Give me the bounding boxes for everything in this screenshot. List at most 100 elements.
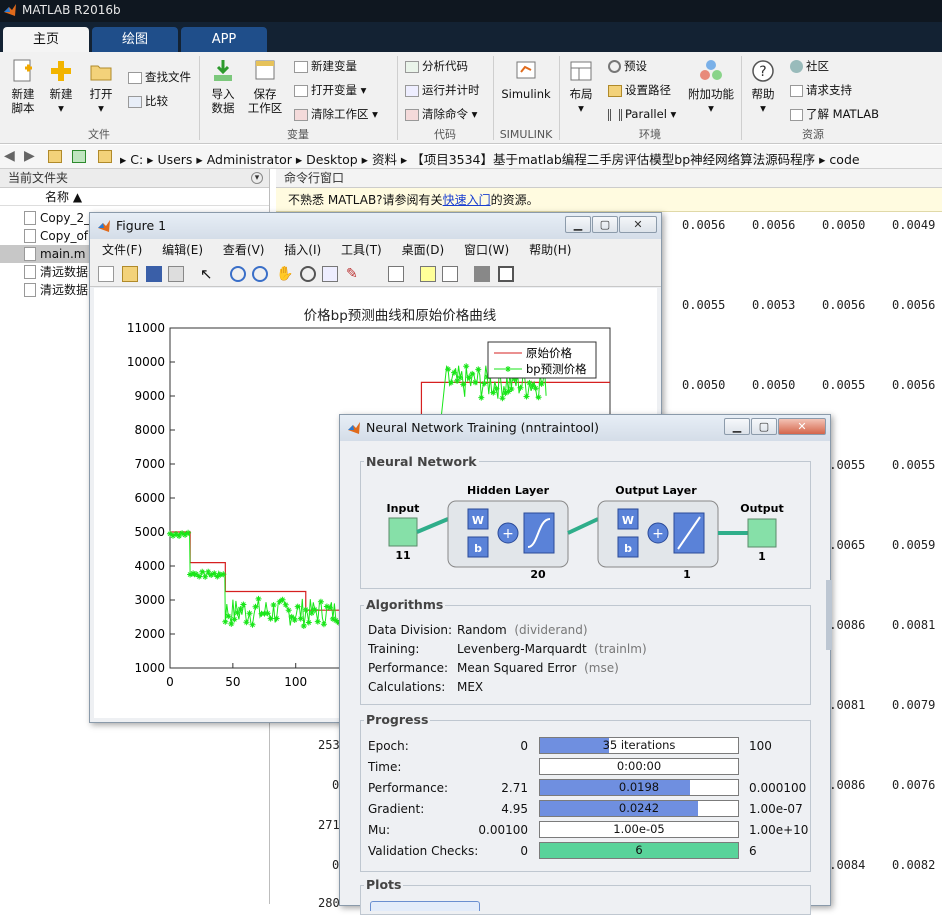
svg-text:+: + (502, 526, 514, 542)
output-value: 0.0079 (892, 698, 936, 712)
open-file-icon[interactable] (122, 266, 138, 282)
minimize-button[interactable]: ▁ (565, 216, 591, 233)
menu-file[interactable]: 文件(F) (102, 243, 142, 257)
minimize-button[interactable]: ▁ (724, 418, 750, 435)
maximize-button[interactable]: ▢ (592, 216, 618, 233)
progress-max: 1.00e+10 (749, 823, 809, 837)
mfile-icon (24, 247, 36, 261)
menu-edit[interactable]: 编辑(E) (162, 243, 203, 257)
breadcrumb-item[interactable]: Administrator (207, 152, 292, 167)
set-path-button[interactable]: 设置路径 (608, 81, 671, 99)
close-button[interactable]: ✕ (778, 418, 826, 435)
zoom-out-icon[interactable] (252, 266, 268, 282)
forward-arrow-icon[interactable]: ▶ (24, 148, 35, 164)
import-data-button[interactable]: 导入 数据 (206, 58, 240, 115)
new-script-button[interactable]: 新建 脚本 (6, 58, 40, 115)
legend-icon[interactable] (442, 266, 458, 282)
community-button[interactable]: 社区 (790, 57, 829, 75)
progress-key: Time: (368, 760, 402, 774)
app-title: MATLAB R2016b (22, 3, 121, 17)
hidden-layer-label: Hidden Layer (467, 484, 550, 497)
compare-button[interactable]: 比较 (128, 92, 168, 110)
print-icon[interactable] (168, 266, 184, 282)
menu-help[interactable]: 帮助(H) (529, 243, 571, 257)
menu-tools[interactable]: 工具(T) (341, 243, 382, 257)
tab-apps[interactable]: APP (181, 27, 267, 52)
new-button[interactable]: 新建 ▾ (46, 58, 76, 115)
matlab-logo-icon (4, 4, 16, 16)
breadcrumb-item[interactable]: C: (130, 152, 143, 167)
addons-button[interactable]: 附加功能 ▾ (687, 58, 735, 115)
menu-desktop[interactable]: 桌面(D) (402, 243, 445, 257)
rotate-icon[interactable] (300, 266, 316, 282)
pan-icon[interactable]: ✋ (276, 266, 293, 282)
progress-bar: 1.00e-05 (539, 821, 739, 838)
quick-start-link[interactable]: 快速入门 (443, 193, 491, 207)
pointer-icon[interactable]: ↖ (200, 266, 216, 282)
browse-folder-icon[interactable] (72, 150, 86, 163)
back-arrow-icon[interactable]: ◀ (4, 148, 15, 164)
show-plot-tools-icon[interactable] (498, 266, 514, 282)
close-button[interactable]: ✕ (619, 216, 657, 233)
y-tick-label: 8000 (134, 423, 165, 437)
find-files-button[interactable]: 查找文件 (128, 68, 191, 86)
simulink-button[interactable]: Simulink (500, 58, 552, 101)
output-value: 0.0076 (892, 778, 936, 792)
clear-workspace-button[interactable]: 清除工作区 ▾ (294, 105, 378, 123)
tab-home[interactable]: 主页 (3, 27, 89, 52)
save-workspace-button[interactable]: 保存 工作区 (246, 58, 284, 115)
brush-icon[interactable]: ✎ (346, 266, 362, 282)
menu-window[interactable]: 窗口(W) (464, 243, 509, 257)
group-label-environment: 环境 (639, 128, 661, 141)
menu-insert[interactable]: 插入(I) (284, 243, 321, 257)
breadcrumb-item[interactable]: 【项目3534】基于matlab编程二手房评估模型bp神经网络算法源码程序 (411, 152, 815, 167)
input-size: 11 (395, 549, 410, 562)
maximize-button[interactable]: ▢ (751, 418, 777, 435)
breadcrumb-item[interactable]: Users (157, 152, 192, 167)
open-button[interactable]: 打开 ▾ (86, 58, 116, 115)
gear-icon (608, 60, 621, 73)
breadcrumb-item[interactable]: 资料 (372, 152, 397, 167)
command-window-title: 命令行窗口 (276, 169, 942, 188)
clear-commands-button[interactable]: 清除命令 ▾ (405, 105, 477, 123)
output-layer-label: Output Layer (615, 484, 697, 497)
panel-menu-icon[interactable]: ▾ (251, 172, 263, 184)
save-icon[interactable] (146, 266, 162, 282)
new-variable-icon (294, 60, 308, 73)
run-and-time-button[interactable]: 运行并计时 (405, 81, 480, 99)
menu-view[interactable]: 查看(V) (223, 243, 265, 257)
progress-max: 0.000100 (749, 781, 807, 795)
output-value: 0.0053 (752, 298, 796, 312)
figure-toolbar: ↖ ✋ ✎ (90, 261, 661, 287)
new-figure-icon[interactable] (98, 266, 114, 282)
tab-plots[interactable]: 绘图 (92, 27, 178, 52)
zoom-in-icon[interactable] (230, 266, 246, 282)
matlab-logo-icon (98, 220, 110, 232)
colorbar-icon[interactable] (420, 266, 436, 282)
algorithm-key: Training: (368, 642, 420, 656)
output-value: 0.0050 (822, 218, 866, 232)
scrollbar-thumb[interactable] (826, 580, 832, 650)
analyze-code-button[interactable]: 分析代码 (405, 57, 468, 75)
progress-max: 100 (749, 739, 772, 753)
breadcrumb-item[interactable]: code (829, 152, 859, 167)
learn-matlab-button[interactable]: 了解 MATLAB (790, 105, 879, 123)
mfile-icon (24, 211, 36, 225)
parallel-button[interactable]: Parallel ▾ (608, 105, 676, 123)
up-folder-icon[interactable] (48, 150, 62, 163)
layout-button[interactable]: 布局 ▾ (566, 58, 596, 115)
algorithm-key: Calculations: (368, 680, 446, 694)
figure-menu-bar: 文件(F) 编辑(E) 查看(V) 插入(I) 工具(T) 桌面(D) 窗口(W… (90, 239, 661, 261)
data-cursor-icon[interactable] (322, 266, 338, 282)
hide-plot-tools-icon[interactable] (474, 266, 490, 282)
preferences-button[interactable]: 预设 (608, 57, 647, 75)
plot-button[interactable] (370, 901, 480, 911)
request-support-button[interactable]: 请求支持 (790, 81, 852, 99)
open-variable-button[interactable]: 打开变量 ▾ (294, 81, 366, 99)
name-column-header[interactable]: 名称 ▲ (0, 188, 269, 206)
breadcrumb-item[interactable]: Desktop (306, 152, 358, 167)
help-button[interactable]: ? 帮助 ▾ (748, 58, 778, 115)
new-variable-button[interactable]: 新建变量 (294, 57, 357, 75)
link-plot-icon[interactable] (388, 266, 404, 282)
find-files-icon (128, 71, 142, 84)
